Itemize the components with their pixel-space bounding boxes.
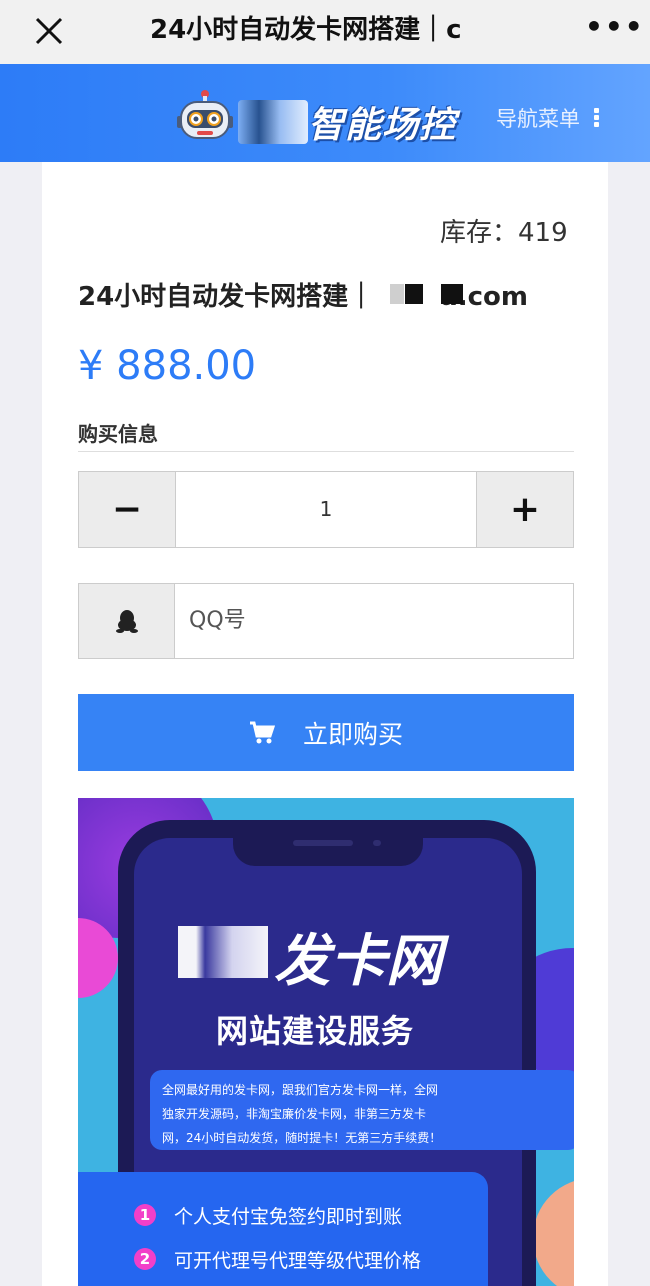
feature-item: 1 个人支付宝免签约即时到账 (134, 1200, 402, 1230)
decor-blob (533, 1178, 574, 1286)
feature-number: 1 (134, 1204, 156, 1226)
banner-description: 全网最好用的发卡网，跟我们官方发卡网一样，全网 独家开发源码，非淘宝廉价发卡网，… (150, 1070, 574, 1150)
redaction-block (405, 284, 423, 304)
nav-menu-label[interactable]: 导航菜单 (496, 104, 580, 134)
stock-count: 库存：419 (440, 218, 568, 248)
robot-logo-icon[interactable] (175, 88, 235, 148)
more-dots-icon[interactable]: ••• (585, 13, 643, 41)
qq-penguin-icon (79, 584, 175, 658)
qq-input[interactable]: QQ号 (175, 584, 573, 658)
buy-now-label: 立即购买 (302, 719, 403, 749)
qq-field: QQ号 (78, 583, 574, 659)
cart-icon (249, 721, 275, 743)
quantity-input[interactable]: 1 (175, 472, 477, 547)
browser-topbar: 24小时自动发卡网搭建｜c ••• (0, 0, 650, 64)
banner-subtitle: 网站建设服务 (216, 1012, 415, 1050)
banner-description-line: 网，24小时自动发货，随时提卡！无第三方手续费！ (162, 1131, 442, 1145)
increment-button[interactable]: + (477, 472, 573, 547)
banner-description-line: 独家开发源码，非淘宝廉价发卡网，非第三方发卡 (162, 1107, 427, 1121)
redaction-block (390, 284, 404, 304)
banner-blurred-brand (178, 926, 268, 978)
banner-title: 发卡网 (274, 929, 442, 994)
promo-banner: 发卡网 网站建设服务 全网最好用的发卡网，跟我们官方发卡网一样，全网 独家开发源… (78, 798, 574, 1286)
banner-description-line: 全网最好用的发卡网，跟我们官方发卡网一样，全网 (162, 1083, 439, 1097)
product-price: ¥ 888.00 (78, 343, 257, 389)
feature-item: 2 可开代理号代理等级代理价格 (134, 1244, 421, 1274)
feature-text: 个人支付宝免签约即时到账 (174, 1205, 403, 1228)
product-title-prefix: 24小时自动发卡网搭建｜ (78, 282, 375, 312)
buy-now-button[interactable]: 立即购买 (78, 694, 574, 771)
logo-text[interactable]: 智能场控 (308, 96, 456, 146)
banner-feature-list: 1 个人支付宝免签约即时到账 2 可开代理号代理等级代理价格 (78, 1172, 488, 1286)
phone-notch (233, 828, 423, 866)
quantity-stepper: − 1 + (78, 471, 574, 548)
buy-info-label: 购买信息 (78, 422, 158, 446)
close-icon[interactable] (30, 12, 68, 50)
feature-text: 可开代理号代理等级代理价格 (174, 1249, 422, 1272)
kebab-menu-icon[interactable] (594, 108, 600, 128)
decrement-button[interactable]: − (79, 472, 175, 547)
feature-number: 2 (134, 1248, 156, 1270)
browser-title: 24小时自动发卡网搭建｜c (150, 15, 462, 45)
section-divider (78, 451, 574, 452)
redaction-block (441, 284, 463, 304)
logo-blurred-mark (238, 100, 308, 144)
title-fade (470, 10, 530, 50)
